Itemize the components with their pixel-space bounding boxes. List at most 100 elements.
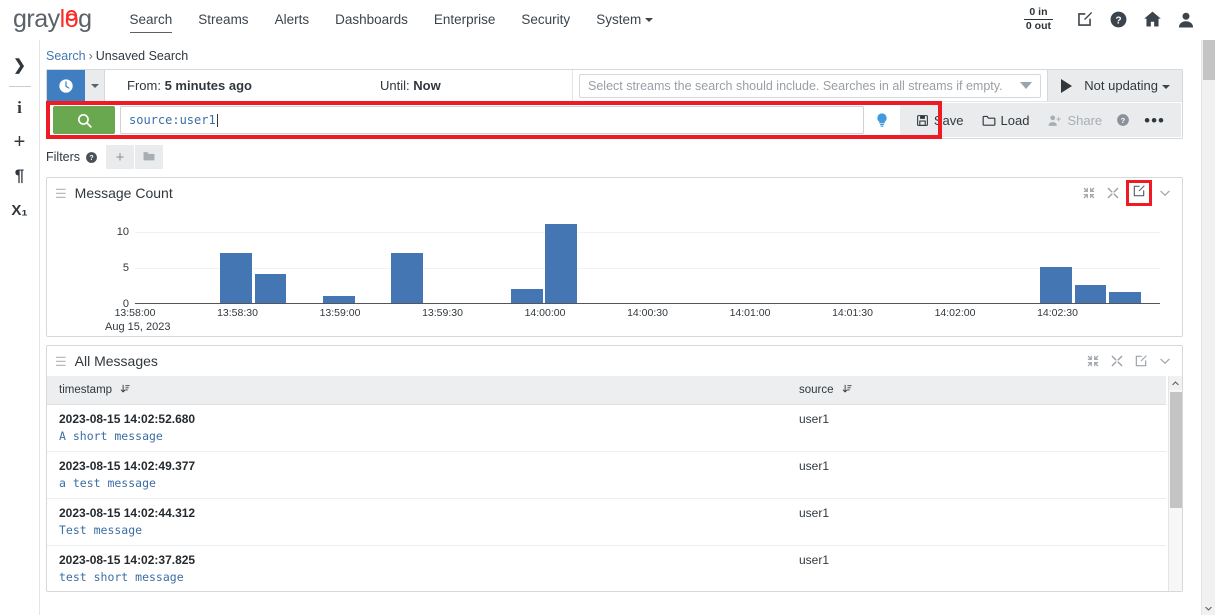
chart-bar[interactable]	[254, 274, 287, 303]
message-text: test short message	[59, 570, 184, 584]
share-help-icon[interactable]: ?	[1112, 108, 1134, 132]
widget-menu-chevron-icon[interactable]	[1154, 182, 1176, 204]
nav-item-security[interactable]: Security	[508, 2, 583, 37]
chart-x-axis-line	[135, 303, 1160, 304]
messages-scroll-area[interactable]: timestamp source 2023-08-15 14:02:52.680…	[47, 376, 1182, 591]
graylog-logo[interactable]: gray lo g	[13, 5, 92, 34]
nav-item-search[interactable]: Search	[117, 2, 186, 37]
more-actions-button[interactable]: •••	[1136, 112, 1173, 129]
page-scrollbar-thumb[interactable]	[1203, 40, 1215, 80]
chevron-down-icon	[1020, 82, 1033, 89]
chart-x-tick-label: 13:58:00	[114, 307, 156, 319]
sidebar-item-info[interactable]: i	[2, 91, 38, 125]
sidebar-item-add[interactable]: +	[2, 125, 38, 159]
refresh-play-button[interactable]	[1048, 78, 1084, 93]
chart-bar[interactable]	[322, 295, 355, 303]
filters-help-icon[interactable]: ?	[85, 151, 98, 164]
search-button[interactable]	[53, 106, 115, 134]
home-icon[interactable]	[1135, 3, 1169, 37]
messages-table: timestamp source 2023-08-15 14:02:52.680…	[47, 376, 1166, 591]
cell-timestamp: 2023-08-15 14:02:52.680 A short message	[47, 404, 787, 452]
time-range-clock-button[interactable]	[47, 70, 85, 101]
throughput-indicator[interactable]: 0 in 0 out	[1023, 6, 1053, 33]
table-row[interactable]: 2023-08-15 14:02:37.825 test short messag…	[47, 545, 1166, 591]
svg-text:?: ?	[1121, 116, 1126, 125]
message-timestamp: 2023-08-15 14:02:49.377	[59, 459, 196, 473]
chart-bar[interactable]	[1040, 266, 1073, 303]
drag-handle-icon[interactable]: ☰	[55, 355, 67, 368]
lightbulb-icon[interactable]	[864, 102, 900, 138]
load-button[interactable]: Load	[974, 108, 1038, 133]
refresh-interval-dropdown[interactable]: Not updating	[1084, 78, 1182, 93]
messages-table-head: timestamp source	[47, 376, 1166, 405]
collapse-icon[interactable]	[1078, 182, 1100, 204]
query-row: source:user1 Save Load Share ? •••	[46, 101, 1182, 139]
table-header-row: timestamp source	[47, 376, 1166, 405]
widget-title-message-count: Message Count	[74, 185, 173, 201]
message-timestamp: 2023-08-15 14:02:52.680	[59, 412, 196, 426]
messages-scrollbar[interactable]	[1168, 376, 1182, 591]
stream-selector: Select streams the search should include…	[573, 70, 1047, 101]
page-scrollbar[interactable]	[1201, 40, 1215, 615]
share-button[interactable]: Share	[1039, 108, 1110, 133]
fullscreen-icon[interactable]	[1102, 182, 1124, 204]
widget-menu-chevron-icon[interactable]	[1154, 350, 1176, 372]
chart-bar[interactable]	[220, 252, 253, 303]
pencil-icon	[1132, 184, 1146, 203]
play-icon	[1060, 78, 1072, 93]
filters-row: Filters ? +	[46, 145, 1203, 169]
time-range-dropdown-toggle[interactable]	[85, 70, 105, 101]
user-icon[interactable]	[1169, 3, 1203, 37]
fullscreen-icon[interactable]	[1106, 350, 1128, 372]
filter-folder-button[interactable]	[135, 145, 164, 169]
sort-desc-icon	[841, 383, 852, 397]
scroll-up-icon[interactable]	[1169, 376, 1182, 390]
stream-placeholder: Select streams the search should include…	[588, 78, 1003, 93]
nav-item-enterprise[interactable]: Enterprise	[421, 2, 509, 37]
chart-gridline	[135, 267, 1160, 269]
time-range-display[interactable]: From: 5 minutes ago Until: Now	[105, 70, 573, 101]
table-row[interactable]: 2023-08-15 14:02:49.377 a test message use…	[47, 451, 1166, 499]
drag-handle-icon[interactable]: ☰	[55, 187, 67, 200]
edit-widget-button[interactable]	[1126, 180, 1152, 206]
collapse-icon[interactable]	[1082, 350, 1104, 372]
column-label-timestamp: timestamp	[59, 384, 113, 396]
column-header-source[interactable]: source	[787, 376, 1166, 405]
chart-bar[interactable]	[391, 252, 424, 303]
table-row[interactable]: 2023-08-15 14:02:52.680 A short message us…	[47, 404, 1166, 452]
search-input[interactable]: source:user1	[120, 106, 864, 134]
save-icon	[916, 114, 929, 127]
nav-item-dashboards[interactable]: Dashboards	[322, 2, 421, 37]
nav-label-system: System	[596, 12, 642, 27]
nav-label-alerts: Alerts	[274, 12, 310, 27]
stream-select-input[interactable]: Select streams the search should include…	[579, 73, 1042, 98]
edit-icon[interactable]	[1067, 3, 1101, 37]
chart-bar[interactable]	[545, 223, 577, 303]
widget-tools-all-messages	[1082, 350, 1176, 372]
save-button[interactable]: Save	[908, 108, 972, 133]
messages-scrollbar-thumb[interactable]	[1170, 392, 1182, 508]
sort-desc-icon	[119, 383, 130, 397]
add-filter-button[interactable]: +	[106, 145, 135, 169]
sidebar-item-fields[interactable]: X₁	[2, 193, 38, 227]
scroll-down-icon[interactable]	[1202, 601, 1215, 615]
breadcrumb-link-search[interactable]: Search	[46, 49, 86, 63]
sidebar-item-highlighting[interactable]: ¶	[2, 159, 38, 193]
chart-bar[interactable]	[1074, 285, 1107, 303]
nav-item-streams[interactable]: Streams	[185, 2, 261, 37]
column-label-source: source	[799, 384, 834, 396]
chart-bar[interactable]	[1108, 292, 1141, 303]
help-icon[interactable]: ?	[1101, 3, 1135, 37]
edit-widget-button[interactable]	[1130, 350, 1152, 372]
table-row[interactable]: 2023-08-15 14:02:44.312 Test message user1	[47, 498, 1166, 546]
nav-item-system[interactable]: System	[583, 2, 666, 37]
chart-message-count: 0 5 10 13:58:00 13:58:30 13:59:00 13:59:30 14:…	[47, 211, 1182, 336]
until-value: Now	[413, 78, 441, 93]
column-header-timestamp[interactable]: timestamp	[47, 376, 787, 405]
expand-sidebar-icon[interactable]: ❯	[2, 48, 38, 82]
chart-bar[interactable]	[510, 288, 543, 303]
nav-item-alerts[interactable]: Alerts	[262, 2, 323, 37]
main-content: Search › Unsaved Search From: 5 minutes ag…	[40, 40, 1203, 615]
widget-header-all-messages: ☰ All Messages	[47, 346, 1182, 376]
folder-icon	[982, 114, 996, 127]
